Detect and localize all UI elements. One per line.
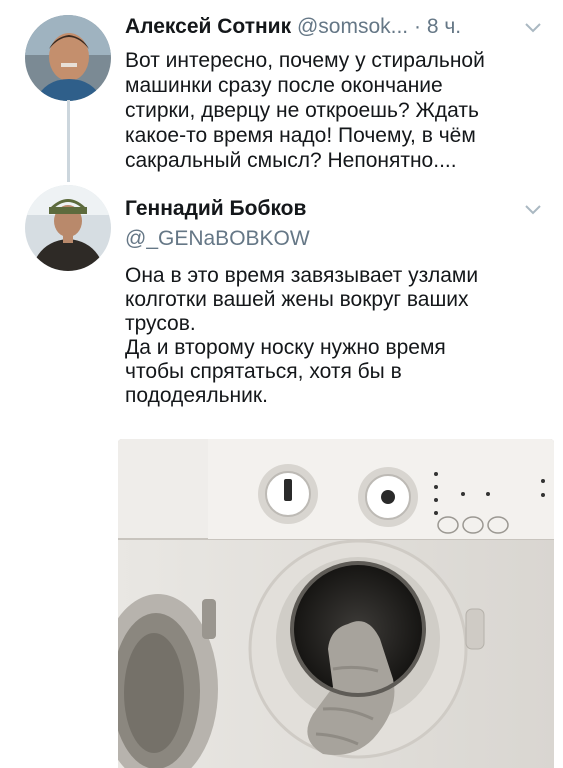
tweet-text: Она в это время завязывает узлами колгот…: [125, 264, 479, 407]
chevron-down-icon[interactable]: [524, 204, 542, 216]
tweet-1: Алексей Сотник @somsok... · 8 ч. Вот инт…: [0, 0, 563, 190]
tweet-header: Алексей Сотник @somsok... · 8 ч.: [125, 15, 461, 39]
author-handle[interactable]: @somsok...: [297, 15, 408, 38]
avatar[interactable]: [25, 15, 111, 101]
chevron-down-icon[interactable]: [524, 22, 542, 34]
separator-dot: ·: [413, 15, 421, 38]
tweet-header: Геннадий Бобков: [125, 197, 306, 221]
tweet-text: Вот интересно, почему у стиральной машин…: [125, 49, 485, 172]
author-name[interactable]: Алексей Сотник: [125, 15, 291, 38]
avatar[interactable]: [25, 185, 111, 271]
timestamp[interactable]: 8 ч.: [427, 15, 461, 38]
author-handle[interactable]: @_GENaBOBKOW: [125, 227, 310, 251]
thread-line: [67, 100, 70, 182]
attached-photo[interactable]: [118, 439, 554, 768]
author-name[interactable]: Геннадий Бобков: [125, 197, 306, 220]
